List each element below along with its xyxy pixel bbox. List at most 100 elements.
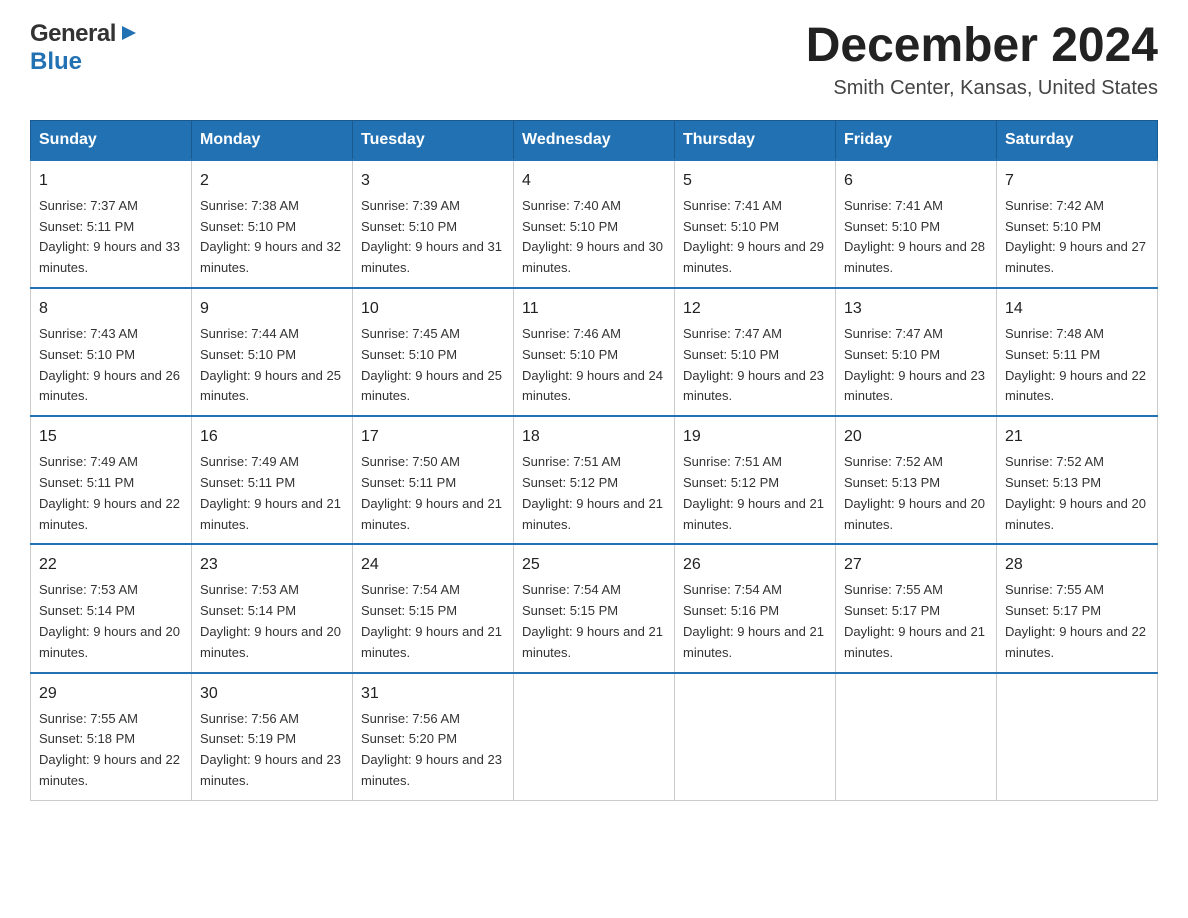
- day-info: Sunrise: 7:47 AMSunset: 5:10 PMDaylight:…: [844, 324, 988, 407]
- day-number: 25: [522, 553, 666, 577]
- day-number: 9: [200, 297, 344, 321]
- calendar-header-saturday: Saturday: [997, 120, 1158, 160]
- day-info: Sunrise: 7:54 AMSunset: 5:15 PMDaylight:…: [522, 580, 666, 663]
- calendar-cell: 15 Sunrise: 7:49 AMSunset: 5:11 PMDayligh…: [31, 416, 192, 544]
- calendar-header-thursday: Thursday: [675, 120, 836, 160]
- day-info: Sunrise: 7:52 AMSunset: 5:13 PMDaylight:…: [844, 452, 988, 535]
- day-number: 20: [844, 425, 988, 449]
- day-number: 12: [683, 297, 827, 321]
- day-info: Sunrise: 7:49 AMSunset: 5:11 PMDaylight:…: [200, 452, 344, 535]
- calendar-table: SundayMondayTuesdayWednesdayThursdayFrid…: [30, 120, 1158, 801]
- day-number: 13: [844, 297, 988, 321]
- calendar-cell: 2Sunrise: 7:38 AMSunset: 5:10 PMDaylight…: [192, 160, 353, 288]
- calendar-header-row: SundayMondayTuesdayWednesdayThursdayFrid…: [31, 120, 1158, 160]
- calendar-cell: 7 Sunrise: 7:42 AMSunset: 5:10 PMDaylight…: [997, 160, 1158, 288]
- calendar-cell: 23 Sunrise: 7:53 AMSunset: 5:14 PMDayligh…: [192, 544, 353, 672]
- day-number: 23: [200, 553, 344, 577]
- calendar-cell: 9 Sunrise: 7:44 AMSunset: 5:10 PMDaylight…: [192, 288, 353, 416]
- day-number: 5: [683, 169, 827, 193]
- calendar-cell: 24 Sunrise: 7:54 AMSunset: 5:15 PMDayligh…: [353, 544, 514, 672]
- day-info: Sunrise: 7:45 AMSunset: 5:10 PMDaylight:…: [361, 324, 505, 407]
- day-number: 30: [200, 682, 344, 706]
- calendar-cell: 6 Sunrise: 7:41 AMSunset: 5:10 PMDaylight…: [836, 160, 997, 288]
- title-area: December 2024 Smith Center, Kansas, Unit…: [806, 20, 1158, 100]
- day-info: Sunrise: 7:42 AMSunset: 5:10 PMDaylight:…: [1005, 196, 1149, 279]
- calendar-cell: 20 Sunrise: 7:52 AMSunset: 5:13 PMDayligh…: [836, 416, 997, 544]
- calendar-cell: 11Sunrise: 7:46 AMSunset: 5:10 PMDayligh…: [514, 288, 675, 416]
- day-number: 4: [522, 169, 666, 193]
- day-info: Sunrise: 7:54 AMSunset: 5:15 PMDaylight:…: [361, 580, 505, 663]
- calendar-cell: 25 Sunrise: 7:54 AMSunset: 5:15 PMDayligh…: [514, 544, 675, 672]
- logo-general-text: General: [30, 20, 116, 48]
- calendar-week-row: 1 Sunrise: 7:37 AMSunset: 5:11 PMDaylight…: [31, 160, 1158, 288]
- day-info: Sunrise: 7:55 AMSunset: 5:17 PMDaylight:…: [844, 580, 988, 663]
- day-info: Sunrise: 7:49 AMSunset: 5:11 PMDaylight:…: [39, 452, 183, 535]
- calendar-cell: 16Sunrise: 7:49 AMSunset: 5:11 PMDayligh…: [192, 416, 353, 544]
- calendar-header-wednesday: Wednesday: [514, 120, 675, 160]
- calendar-cell: [675, 673, 836, 801]
- day-number: 14: [1005, 297, 1149, 321]
- day-number: 2: [200, 169, 344, 193]
- calendar-week-row: 29Sunrise: 7:55 AMSunset: 5:18 PMDayligh…: [31, 673, 1158, 801]
- calendar-cell: 13 Sunrise: 7:47 AMSunset: 5:10 PMDayligh…: [836, 288, 997, 416]
- calendar-cell: [836, 673, 997, 801]
- day-number: 15: [39, 425, 183, 449]
- calendar-cell: 28 Sunrise: 7:55 AMSunset: 5:17 PMDayligh…: [997, 544, 1158, 672]
- day-number: 17: [361, 425, 505, 449]
- day-info: Sunrise: 7:56 AMSunset: 5:20 PMDaylight:…: [361, 709, 505, 792]
- day-number: 21: [1005, 425, 1149, 449]
- day-info: Sunrise: 7:46 AMSunset: 5:10 PMDaylight:…: [522, 324, 666, 407]
- calendar-cell: 27Sunrise: 7:55 AMSunset: 5:17 PMDayligh…: [836, 544, 997, 672]
- day-info: Sunrise: 7:55 AMSunset: 5:17 PMDaylight:…: [1005, 580, 1149, 663]
- day-info: Sunrise: 7:53 AMSunset: 5:14 PMDaylight:…: [200, 580, 344, 663]
- calendar-cell: [514, 673, 675, 801]
- day-number: 19: [683, 425, 827, 449]
- day-info: Sunrise: 7:51 AMSunset: 5:12 PMDaylight:…: [683, 452, 827, 535]
- calendar-cell: 14Sunrise: 7:48 AMSunset: 5:11 PMDayligh…: [997, 288, 1158, 416]
- day-info: Sunrise: 7:39 AMSunset: 5:10 PMDaylight:…: [361, 196, 505, 279]
- day-number: 6: [844, 169, 988, 193]
- calendar-cell: 3 Sunrise: 7:39 AMSunset: 5:10 PMDaylight…: [353, 160, 514, 288]
- day-info: Sunrise: 7:54 AMSunset: 5:16 PMDaylight:…: [683, 580, 827, 663]
- day-number: 31: [361, 682, 505, 706]
- day-number: 24: [361, 553, 505, 577]
- calendar-cell: 21 Sunrise: 7:52 AMSunset: 5:13 PMDayligh…: [997, 416, 1158, 544]
- day-info: Sunrise: 7:56 AMSunset: 5:19 PMDaylight:…: [200, 709, 344, 792]
- day-number: 1: [39, 169, 183, 193]
- day-info: Sunrise: 7:51 AMSunset: 5:12 PMDaylight:…: [522, 452, 666, 535]
- day-number: 7: [1005, 169, 1149, 193]
- calendar-header-tuesday: Tuesday: [353, 120, 514, 160]
- day-info: Sunrise: 7:53 AMSunset: 5:14 PMDaylight:…: [39, 580, 183, 663]
- location-subtitle: Smith Center, Kansas, United States: [806, 77, 1158, 100]
- day-number: 26: [683, 553, 827, 577]
- day-info: Sunrise: 7:52 AMSunset: 5:13 PMDaylight:…: [1005, 452, 1149, 535]
- calendar-header-monday: Monday: [192, 120, 353, 160]
- day-info: Sunrise: 7:41 AMSunset: 5:10 PMDaylight:…: [844, 196, 988, 279]
- logo-blue-text: Blue: [30, 48, 82, 75]
- day-number: 3: [361, 169, 505, 193]
- day-info: Sunrise: 7:47 AMSunset: 5:10 PMDaylight:…: [683, 324, 827, 407]
- calendar-header-friday: Friday: [836, 120, 997, 160]
- calendar-cell: 31 Sunrise: 7:56 AMSunset: 5:20 PMDayligh…: [353, 673, 514, 801]
- day-info: Sunrise: 7:50 AMSunset: 5:11 PMDaylight:…: [361, 452, 505, 535]
- calendar-week-row: 8Sunrise: 7:43 AMSunset: 5:10 PMDaylight…: [31, 288, 1158, 416]
- calendar-cell: 5 Sunrise: 7:41 AMSunset: 5:10 PMDaylight…: [675, 160, 836, 288]
- calendar-cell: 30 Sunrise: 7:56 AMSunset: 5:19 PMDayligh…: [192, 673, 353, 801]
- calendar-cell: 26 Sunrise: 7:54 AMSunset: 5:16 PMDayligh…: [675, 544, 836, 672]
- day-info: Sunrise: 7:41 AMSunset: 5:10 PMDaylight:…: [683, 196, 827, 279]
- day-number: 29: [39, 682, 183, 706]
- calendar-cell: 29Sunrise: 7:55 AMSunset: 5:18 PMDayligh…: [31, 673, 192, 801]
- calendar-body: 1 Sunrise: 7:37 AMSunset: 5:11 PMDaylight…: [31, 160, 1158, 800]
- calendar-week-row: 22Sunrise: 7:53 AMSunset: 5:14 PMDayligh…: [31, 544, 1158, 672]
- calendar-cell: 19 Sunrise: 7:51 AMSunset: 5:12 PMDayligh…: [675, 416, 836, 544]
- calendar-cell: 1 Sunrise: 7:37 AMSunset: 5:11 PMDaylight…: [31, 160, 192, 288]
- day-info: Sunrise: 7:40 AMSunset: 5:10 PMDaylight:…: [522, 196, 666, 279]
- calendar-cell: 4 Sunrise: 7:40 AMSunset: 5:10 PMDaylight…: [514, 160, 675, 288]
- logo[interactable]: General Blue: [30, 20, 140, 76]
- day-info: Sunrise: 7:37 AMSunset: 5:11 PMDaylight:…: [39, 196, 183, 279]
- page-header: General Blue December 2024 Smith Center,…: [30, 20, 1158, 100]
- day-number: 8: [39, 297, 183, 321]
- calendar-header-sunday: Sunday: [31, 120, 192, 160]
- day-info: Sunrise: 7:44 AMSunset: 5:10 PMDaylight:…: [200, 324, 344, 407]
- day-number: 28: [1005, 553, 1149, 577]
